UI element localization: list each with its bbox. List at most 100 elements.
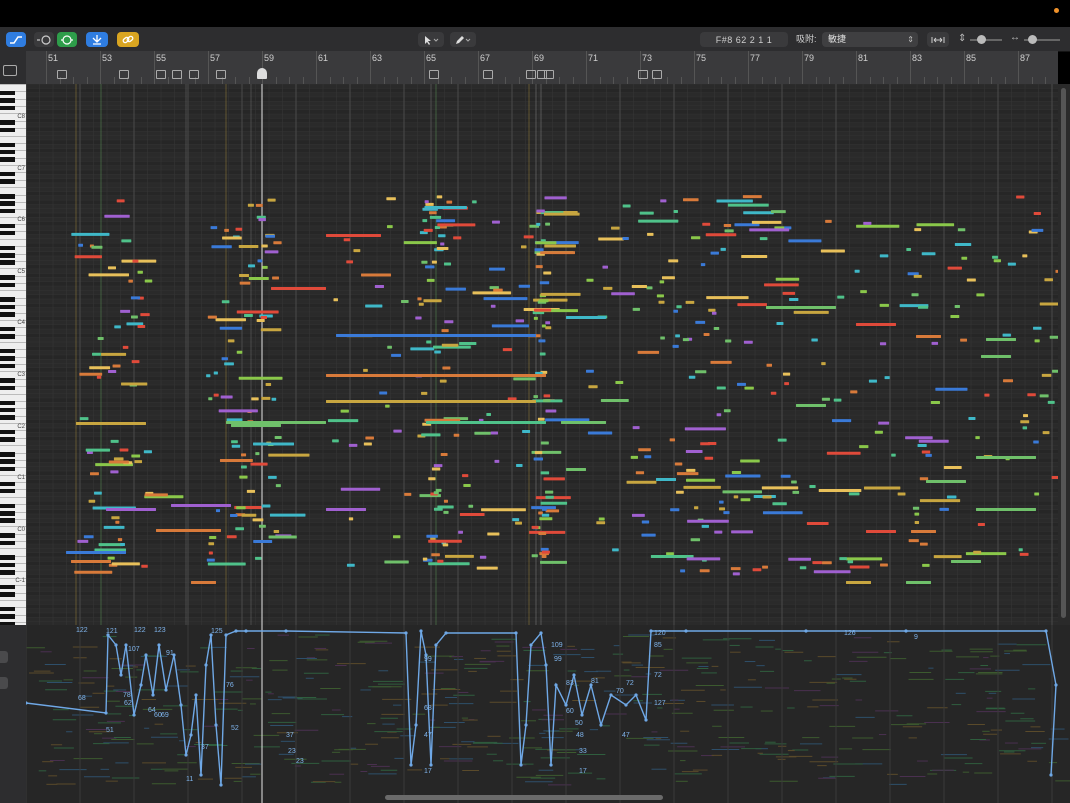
midi-note[interactable] [85, 448, 110, 452]
automation-node[interactable] [157, 643, 161, 647]
midi-note[interactable] [90, 472, 99, 476]
midi-note[interactable] [825, 219, 832, 223]
automation-node[interactable] [204, 663, 208, 667]
midi-note[interactable] [1016, 195, 1025, 199]
midi-note[interactable] [516, 463, 523, 467]
automation-lane[interactable]: 122 121 122 123 125 107 91 78 62 64 69 60 68 51 37 23 11… [26, 625, 1070, 803]
midi-note[interactable] [275, 484, 281, 488]
midi-note[interactable] [759, 237, 768, 241]
midi-note[interactable] [537, 417, 545, 421]
midi-note[interactable] [206, 374, 211, 378]
midi-note[interactable] [434, 350, 441, 354]
black-key[interactable] [0, 142, 15, 147]
midi-note[interactable] [661, 276, 675, 280]
midi-note[interactable] [540, 560, 567, 564]
midi-note[interactable] [346, 563, 355, 567]
midi-note[interactable] [921, 450, 931, 454]
midi-note[interactable] [954, 243, 972, 247]
automation-node[interactable] [104, 711, 108, 715]
horizontal-zoom-slider[interactable]: ↔ [1008, 32, 1064, 47]
midi-note[interactable] [704, 456, 714, 460]
midi-note[interactable] [703, 332, 710, 336]
midi-note[interactable] [710, 251, 719, 255]
midi-note[interactable] [226, 535, 237, 539]
midi-note[interactable] [143, 450, 152, 454]
midi-note[interactable] [326, 508, 366, 511]
midi-note[interactable] [421, 391, 428, 395]
midi-note[interactable] [736, 382, 746, 386]
fit-button[interactable] [927, 32, 949, 47]
midi-note[interactable] [247, 203, 254, 207]
midi-note[interactable] [706, 296, 749, 300]
midi-note[interactable] [131, 360, 140, 364]
midi-note[interactable] [540, 471, 550, 475]
midi-note[interactable] [422, 557, 428, 561]
midi-note[interactable] [799, 566, 807, 570]
black-key[interactable] [0, 378, 15, 383]
midi-note[interactable] [76, 422, 146, 425]
midi-note[interactable] [476, 566, 498, 570]
midi-note[interactable] [534, 248, 544, 252]
midi-note[interactable] [730, 567, 741, 571]
midi-note[interactable] [631, 284, 648, 288]
midi-note[interactable] [770, 391, 777, 395]
midi-note[interactable] [144, 279, 153, 283]
midi-note[interactable] [772, 502, 787, 506]
midi-note[interactable] [191, 581, 216, 584]
midi-note[interactable] [905, 436, 933, 440]
midi-note[interactable] [134, 460, 143, 464]
midi-note[interactable] [612, 548, 619, 552]
midi-note[interactable] [253, 540, 273, 544]
midi-note[interactable] [725, 339, 732, 343]
midi-note[interactable] [646, 286, 653, 290]
midi-note[interactable] [741, 254, 768, 258]
midi-note[interactable] [700, 442, 711, 446]
midi-note[interactable] [483, 297, 528, 301]
midi-note[interactable] [676, 305, 682, 309]
midi-note[interactable] [912, 506, 920, 510]
snap-dropdown[interactable]: 敏捷 ⇕ [822, 32, 918, 47]
midi-note[interactable] [878, 421, 890, 425]
midi-note[interactable] [961, 256, 968, 260]
midi-note[interactable] [930, 400, 940, 404]
midi-note[interactable] [811, 338, 818, 342]
midi-note[interactable] [326, 400, 536, 403]
midi-note[interactable] [1041, 373, 1052, 377]
midi-note[interactable] [766, 306, 836, 309]
midi-note[interactable] [821, 397, 830, 401]
midi-note[interactable] [107, 556, 115, 560]
midi-note[interactable] [744, 386, 754, 390]
midi-note[interactable] [101, 352, 127, 356]
midi-note[interactable] [429, 215, 442, 219]
midi-note[interactable] [71, 232, 110, 236]
midi-note[interactable] [207, 562, 246, 566]
midi-note[interactable] [981, 355, 1011, 358]
midi-note[interactable] [132, 259, 139, 263]
black-key[interactable] [0, 606, 15, 612]
black-key[interactable] [0, 385, 15, 391]
midi-note[interactable] [387, 345, 392, 349]
midi-note[interactable] [543, 212, 580, 216]
midi-note[interactable] [637, 350, 660, 354]
midi-note[interactable] [673, 210, 678, 214]
midi-note[interactable] [88, 499, 96, 503]
midi-note[interactable] [493, 288, 503, 292]
midi-note[interactable] [641, 533, 656, 537]
midi-note[interactable] [428, 562, 470, 566]
lane-control[interactable] [0, 677, 8, 689]
midi-note[interactable] [251, 397, 259, 401]
midi-note[interactable] [363, 368, 368, 372]
midi-note[interactable] [1033, 440, 1039, 444]
midi-note[interactable] [598, 517, 605, 521]
midi-note[interactable] [695, 320, 706, 324]
midi-note[interactable] [1039, 394, 1049, 398]
midi-note[interactable] [743, 340, 753, 344]
midi-note[interactable] [863, 221, 872, 225]
black-key[interactable] [0, 157, 15, 162]
midi-note[interactable] [119, 448, 129, 452]
midi-note[interactable] [600, 399, 629, 403]
midi-note[interactable] [112, 364, 121, 368]
midi-note[interactable] [274, 435, 282, 439]
midi-note[interactable] [874, 430, 883, 434]
automation-node[interactable] [224, 633, 228, 637]
